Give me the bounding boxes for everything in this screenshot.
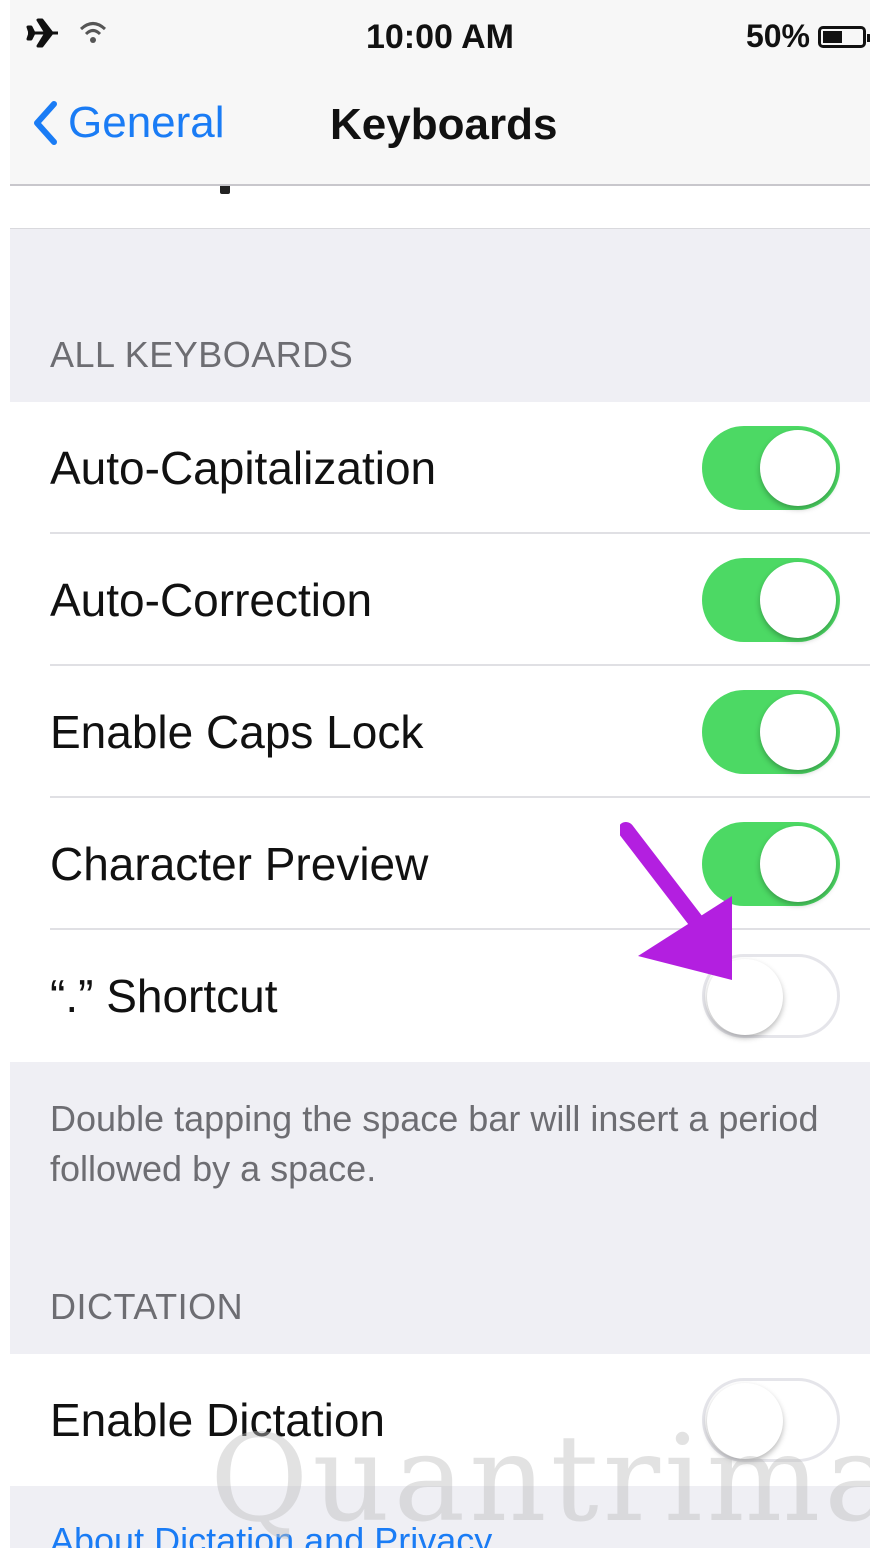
back-button[interactable]: General bbox=[32, 98, 225, 148]
enable-dictation-toggle[interactable] bbox=[702, 1378, 840, 1462]
toggle-knob bbox=[760, 826, 836, 902]
toggle-knob bbox=[760, 430, 836, 506]
cut-off-glyph bbox=[220, 186, 230, 194]
about-dictation-privacy-link[interactable]: About Dictation and Privacy... bbox=[50, 1520, 520, 1548]
setting-label: Character Preview bbox=[50, 838, 429, 890]
section-header-all-keyboards: ALL KEYBOARDS bbox=[50, 334, 354, 375]
setting-label: “.” Shortcut bbox=[50, 970, 278, 1022]
back-label: General bbox=[68, 98, 225, 147]
navigation-bar: General Keyboards bbox=[10, 78, 870, 186]
chevron-left-icon bbox=[34, 101, 57, 145]
setting-label: Enable Dictation bbox=[50, 1394, 385, 1446]
setting-label: Auto-Capitalization bbox=[50, 442, 437, 494]
dictation-privacy-row: About Dictation and Privacy... bbox=[10, 1514, 870, 1548]
toggle-knob bbox=[760, 562, 836, 638]
battery-percent: 50% bbox=[745, 18, 810, 54]
battery-icon bbox=[818, 25, 870, 48]
shortcut-footer-text: Double tapping the space bar will insert… bbox=[50, 1098, 819, 1189]
settings-screen: 10:00 AM 50% General Keyboards ALL KEYBO… bbox=[10, 0, 870, 1548]
setting-label: Auto-Correction bbox=[50, 574, 373, 626]
setting-row-enable-caps-lock: Enable Caps Lock bbox=[10, 666, 870, 798]
status-bar: 10:00 AM 50% bbox=[10, 0, 870, 78]
setting-label: Enable Caps Lock bbox=[50, 706, 424, 758]
page-title: Keyboards bbox=[330, 100, 558, 149]
battery-fill bbox=[823, 30, 842, 43]
section-header-dictation: DICTATION bbox=[50, 1286, 244, 1327]
status-time: 10:00 AM bbox=[365, 18, 515, 56]
status-right: 50% bbox=[745, 18, 870, 55]
auto-correction-toggle[interactable] bbox=[702, 558, 840, 642]
setting-row-enable-dictation: Enable Dictation bbox=[10, 1354, 870, 1486]
dictation-group: Enable Dictation bbox=[10, 1354, 870, 1486]
toggle-knob bbox=[760, 694, 836, 770]
auto-capitalization-toggle[interactable] bbox=[702, 426, 840, 510]
partially-hidden-row bbox=[10, 186, 870, 229]
setting-row-auto-correction: Auto-Correction bbox=[10, 534, 870, 666]
setting-row-auto-capitalization: Auto-Capitalization bbox=[10, 402, 870, 534]
annotation-arrow-icon bbox=[620, 822, 732, 980]
caps-lock-toggle[interactable] bbox=[702, 690, 840, 774]
toggle-knob bbox=[707, 1383, 783, 1459]
